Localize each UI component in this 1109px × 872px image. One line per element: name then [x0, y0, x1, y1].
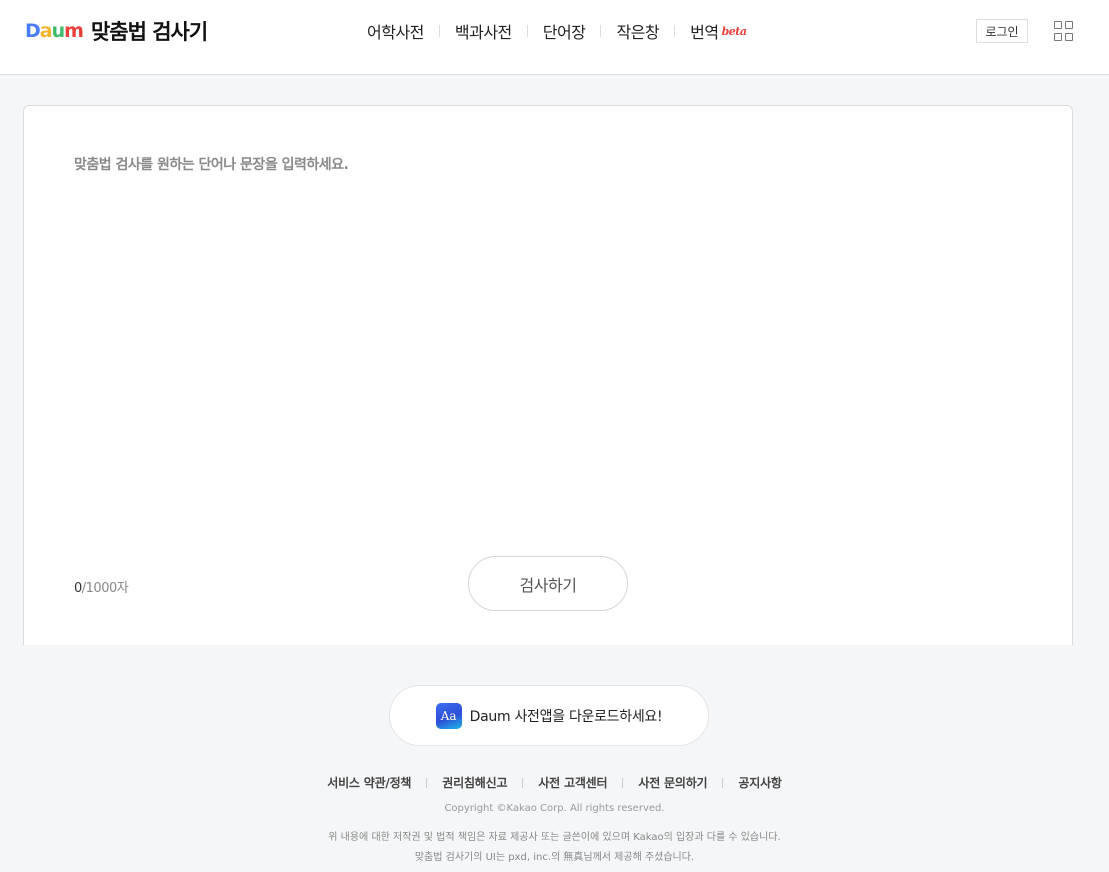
dictionary-app-icon: Aa: [435, 702, 462, 729]
footer-links: 서비스 약관/정책 권리침해신고 사전 고객센터 사전 문의하기 공지사항: [0, 774, 1109, 791]
grid-cell: [1065, 32, 1073, 41]
nav-label: 어학사전: [367, 23, 424, 42]
global-nav: 어학사전 백과사전 단어장 작은창 번역 beta: [352, 20, 761, 42]
logo-letter-u: u: [51, 20, 65, 42]
nav-encyclopedia[interactable]: 백과사전: [440, 19, 527, 43]
logo-letter-a: a: [39, 20, 53, 42]
daum-logo-link[interactable]: D a u m 맞춤법 검사기: [25, 19, 208, 44]
daum-logo: D a u m: [25, 20, 84, 42]
nav-translate[interactable]: 번역 beta: [675, 19, 761, 43]
check-spelling-button[interactable]: 검사하기: [468, 556, 628, 611]
nav-label: 번역: [690, 23, 719, 42]
login-button[interactable]: 로그인: [976, 19, 1028, 43]
legal-notice: 위 내용에 대한 저작권 및 법적 책임은 자료 제공사 또는 글쓴이에 있으며…: [0, 828, 1109, 868]
grid-cell: [1054, 32, 1062, 41]
footer-link-notice[interactable]: 공지사항: [723, 774, 796, 791]
grid-cell: [1065, 21, 1073, 29]
character-count-current: 0: [74, 581, 82, 596]
footer-link-terms[interactable]: 서비스 약관/정책: [312, 774, 426, 791]
nav-language-dictionary[interactable]: 어학사전: [352, 19, 439, 43]
grid-apps-icon[interactable]: [1054, 21, 1074, 41]
nav-label: 백과사전: [454, 23, 512, 42]
copyright-text: Copyright ©Kakao Corp. All rights reserv…: [444, 803, 665, 814]
nav-label: 단어장: [542, 23, 586, 42]
nav-wordbook[interactable]: 단어장: [528, 19, 601, 43]
grid-cell: [1054, 21, 1062, 29]
app-download-banner[interactable]: Aa Daum 사전앱을 다운로드하세요!: [389, 685, 709, 746]
footer-link-inquiry[interactable]: 사전 문의하기: [623, 774, 722, 791]
nav-label: 작은창: [616, 23, 660, 42]
character-count-max: /1000자: [81, 581, 129, 596]
logo-letter-m: m: [64, 20, 84, 42]
app-download-text: Daum 사전앱을 다운로드하세요!: [469, 708, 663, 725]
credit-notice-line: 맞춤법 검사기의 UI는 pxd, inc.의 無真님께서 제공해 주셨습니다.: [414, 852, 695, 863]
nav-mini-window[interactable]: 작은창: [601, 19, 674, 43]
logo-letter-d: D: [25, 20, 41, 42]
top-header: D a u m 맞춤법 검사기 어학사전 백과사전 단어장 작은창 번역 bet…: [0, 0, 1109, 75]
spell-check-panel: 0/1000자 검사하기: [23, 105, 1073, 645]
legal-notice-line: 위 내용에 대한 저작권 및 법적 책임은 자료 제공사 또는 글쓴이에 있으며…: [328, 832, 781, 843]
footer-link-customer-center[interactable]: 사전 고객센터: [523, 774, 622, 791]
beta-badge: beta: [721, 25, 747, 38]
service-title: 맞춤법 검사기: [90, 20, 208, 44]
spell-check-input[interactable]: [74, 154, 1024, 534]
character-counter: 0/1000자: [74, 577, 129, 596]
footer-link-report[interactable]: 권리침해신고: [427, 774, 522, 791]
